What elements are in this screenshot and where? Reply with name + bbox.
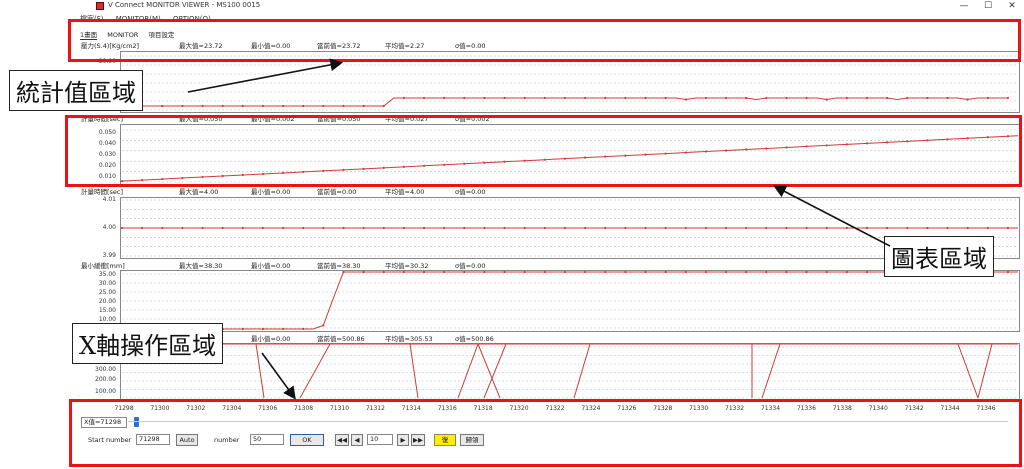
arrow-stats	[187, 58, 344, 93]
arrow-xaxis	[261, 352, 296, 400]
arrow-chart	[773, 185, 891, 247]
callout-arrows	[187, 58, 891, 400]
